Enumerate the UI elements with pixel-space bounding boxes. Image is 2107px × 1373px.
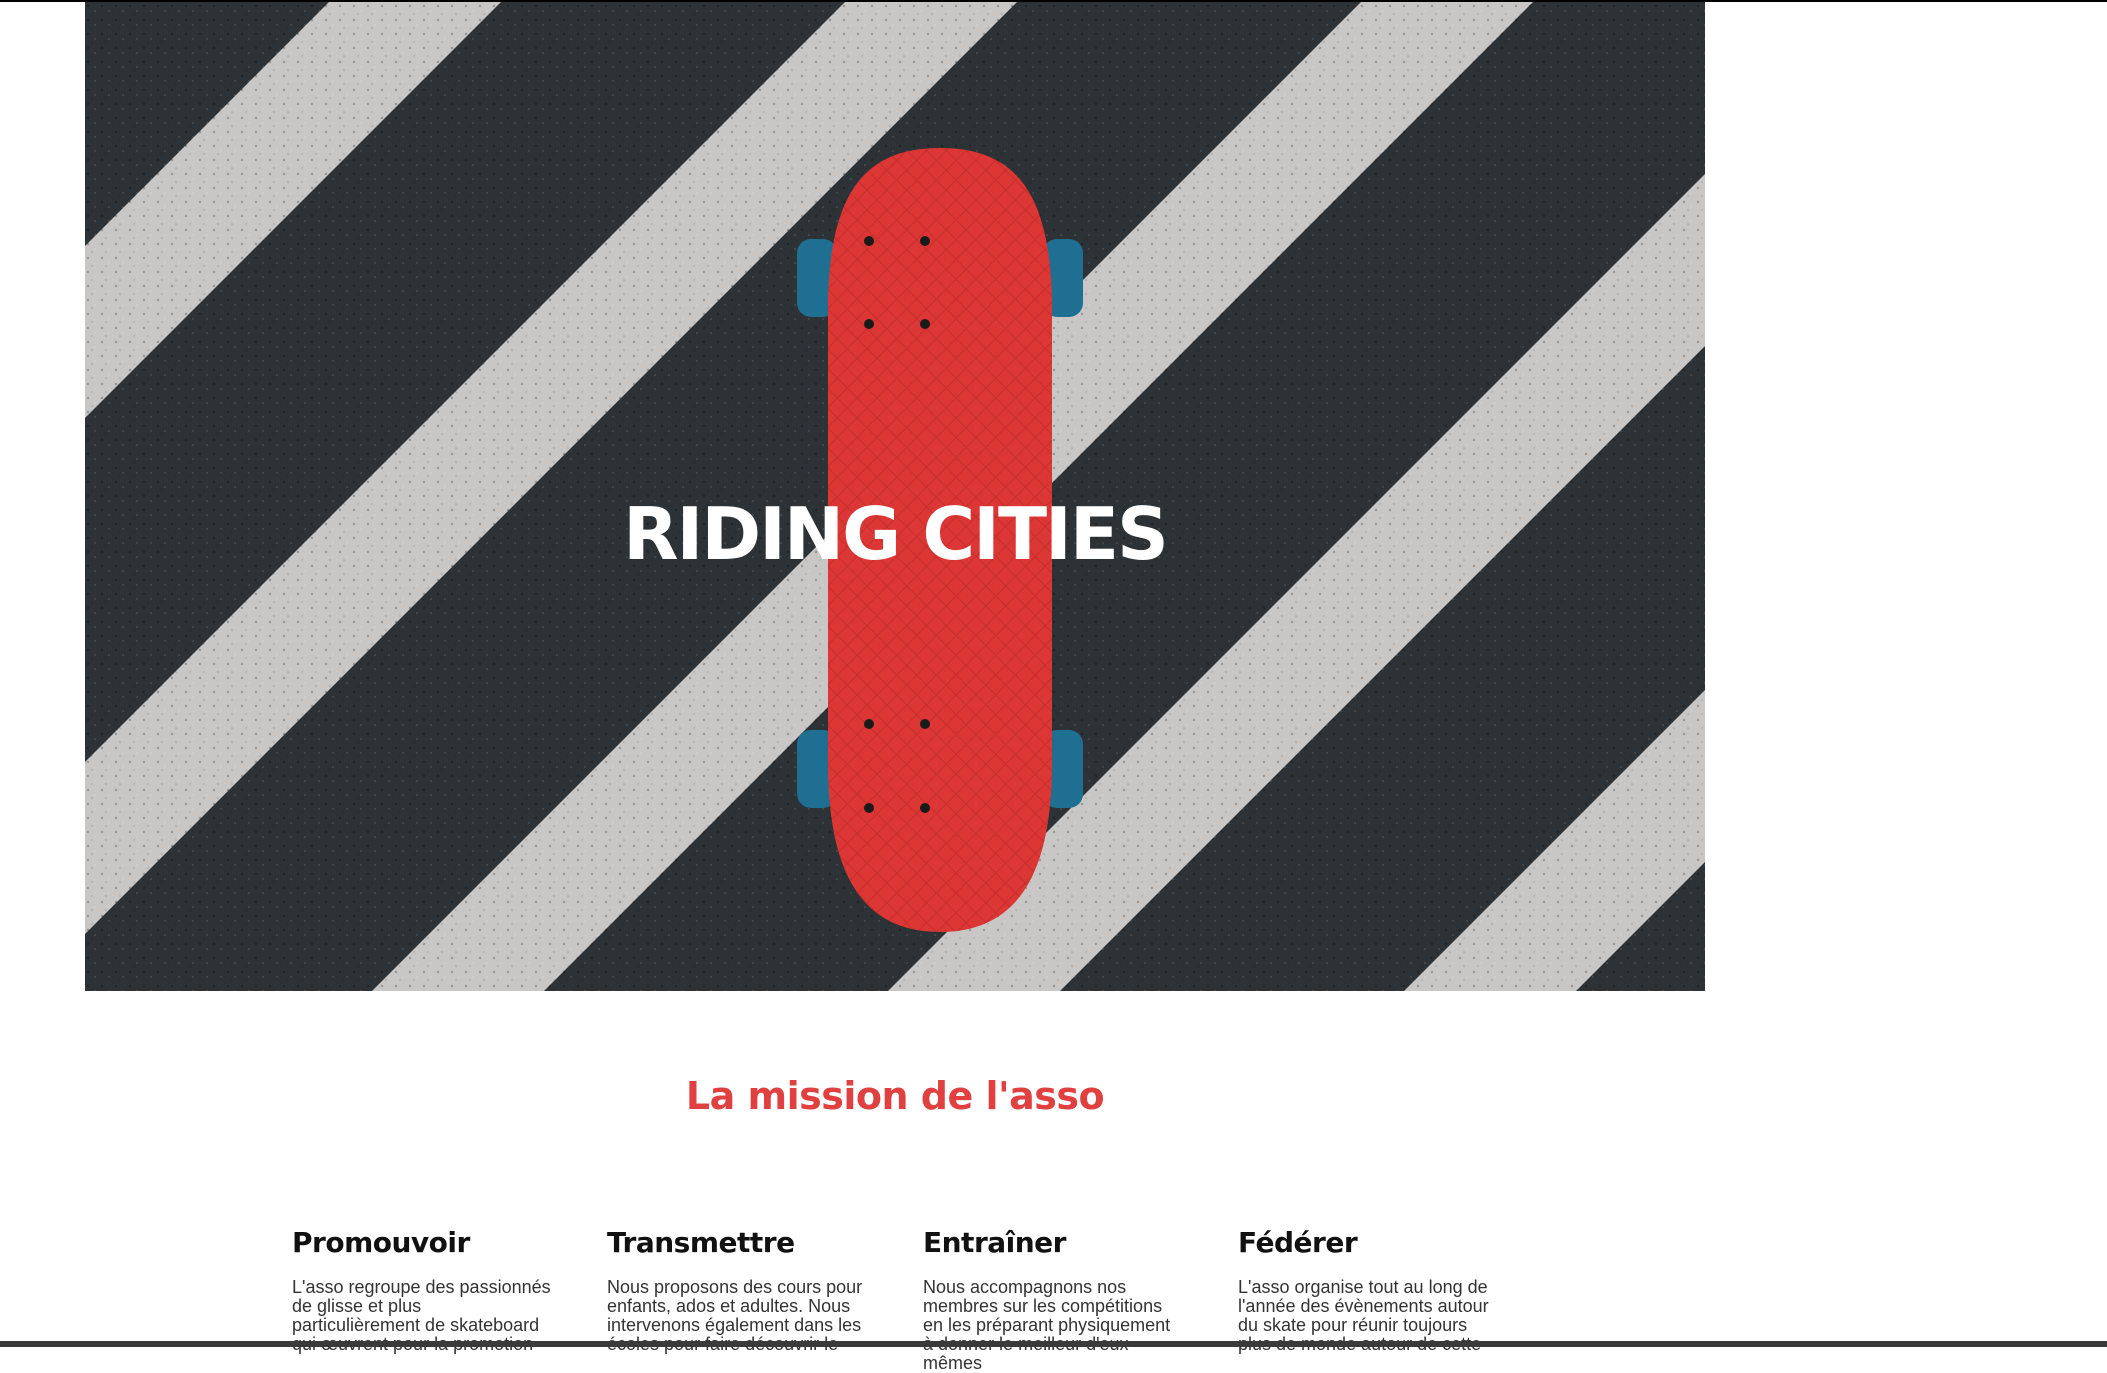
- window-bottom-edge: [0, 1341, 2107, 1347]
- pillar-title: Transmettre: [607, 1226, 795, 1259]
- pillar-federer: Fédérer L'asso organise tout au long de …: [1238, 1226, 1500, 1354]
- hero-banner: RIDING CITIES: [85, 2, 1705, 991]
- pillar-transmettre: Transmettre Nous proposons des cours pou…: [607, 1226, 869, 1354]
- pillar-title: Fédérer: [1238, 1226, 1358, 1259]
- pillar-text: Nous accompagnons nos membres sur les co…: [923, 1276, 1171, 1373]
- pillar-title: Entraîner: [923, 1226, 1066, 1259]
- pillar-entrainer: Entraîner Nous accompagnons nos membres …: [923, 1226, 1185, 1373]
- mission-heading: La mission de l'asso: [685, 1074, 1105, 1118]
- pillar-promouvoir: Promouvoir L'asso regroupe des passionné…: [292, 1226, 554, 1354]
- hero-title: RIDING CITIES: [623, 492, 1169, 577]
- pillar-title: Promouvoir: [292, 1226, 470, 1259]
